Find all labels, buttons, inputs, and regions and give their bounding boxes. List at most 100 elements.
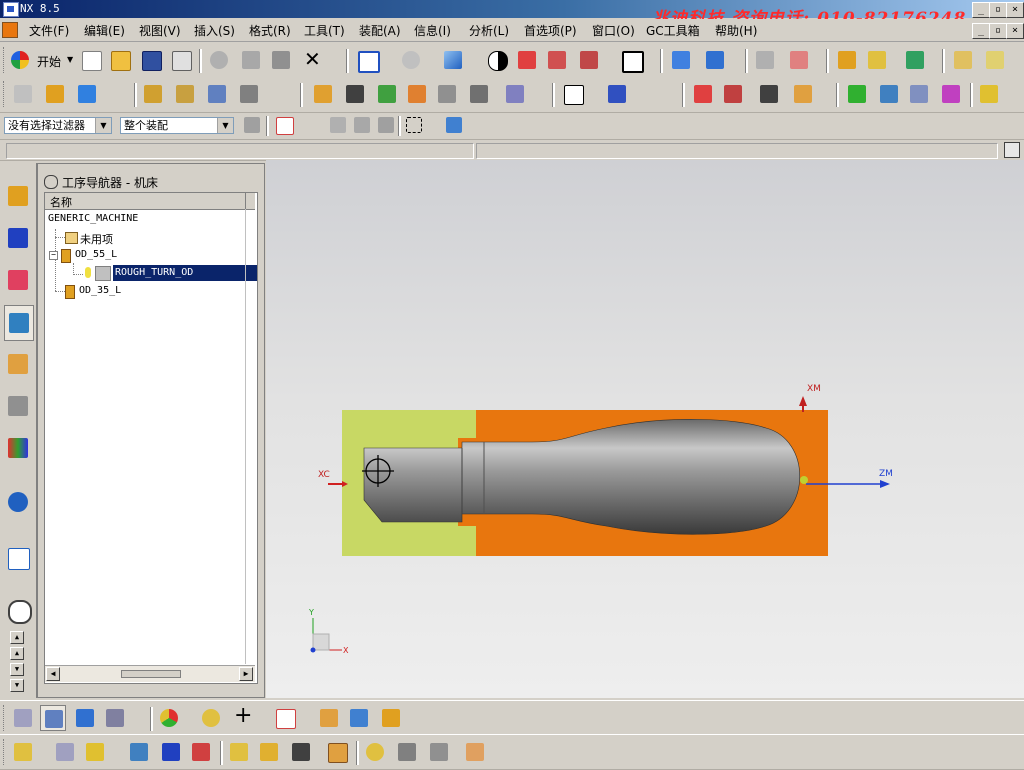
minimize-button[interactable]: _ bbox=[972, 2, 990, 18]
web-browser-tab[interactable] bbox=[4, 541, 32, 575]
machine-tool-navigator-tab[interactable] bbox=[4, 347, 32, 381]
mesh-button[interactable] bbox=[378, 705, 404, 731]
column-header-name[interactable]: 名称 bbox=[50, 194, 72, 210]
sketch-button[interactable] bbox=[10, 739, 36, 765]
scroll-down-icon[interactable]: ▼ bbox=[10, 663, 24, 676]
replace-face-button[interactable] bbox=[426, 739, 452, 765]
tool-holder-button[interactable] bbox=[756, 81, 782, 107]
save-button[interactable] bbox=[138, 47, 164, 73]
resource-scroll[interactable]: ▲ ▲ ▼ ▼ bbox=[10, 631, 24, 693]
collapse-toggle-icon[interactable]: − bbox=[49, 251, 58, 260]
menu-analysis[interactable]: 分析(L) bbox=[469, 22, 509, 39]
create-program-button[interactable] bbox=[10, 81, 36, 107]
list-toolpath-button[interactable] bbox=[466, 81, 492, 107]
move-component-button[interactable] bbox=[668, 47, 694, 73]
scroll-thumb[interactable] bbox=[121, 670, 181, 678]
menu-help[interactable]: 帮助(H) bbox=[715, 22, 757, 39]
edit-section-button[interactable] bbox=[576, 47, 602, 73]
unite-button[interactable] bbox=[288, 739, 314, 765]
feeds-speeds-button[interactable] bbox=[876, 81, 902, 107]
print-button[interactable] bbox=[168, 47, 194, 73]
vertical-scrollbar[interactable] bbox=[245, 209, 246, 664]
new-button[interactable] bbox=[78, 47, 104, 73]
orient-view-button[interactable] bbox=[398, 47, 424, 73]
tree-item-rough-turn-od[interactable]: ROUGH_TURN_OD bbox=[75, 265, 257, 281]
assembly-navigator-tab[interactable] bbox=[4, 179, 32, 213]
history-tab[interactable] bbox=[4, 593, 32, 627]
select-edges-button[interactable] bbox=[350, 113, 376, 139]
operation-navigator-tab[interactable] bbox=[4, 305, 34, 341]
program-order-view-button[interactable] bbox=[140, 81, 166, 107]
method-view-button[interactable] bbox=[236, 81, 262, 107]
menu-view[interactable]: 视图(V) bbox=[139, 22, 181, 39]
scope-dropdown[interactable]: 整个装配 ▼ bbox=[120, 117, 234, 134]
chamfer-button[interactable] bbox=[256, 739, 282, 765]
point-on-curve-button[interactable]: + bbox=[230, 703, 256, 731]
rendering-style-button[interactable] bbox=[440, 47, 466, 73]
tree-item-unused[interactable]: 未用项 bbox=[65, 231, 113, 247]
block-button[interactable] bbox=[346, 705, 372, 731]
machine-sim-button[interactable] bbox=[720, 81, 746, 107]
snap-point-button[interactable] bbox=[864, 47, 890, 73]
fit-view-button[interactable] bbox=[354, 47, 380, 73]
start-button[interactable]: 开始 ▼ bbox=[9, 48, 75, 72]
layer-settings-button[interactable] bbox=[618, 47, 644, 73]
point-button[interactable] bbox=[786, 47, 812, 73]
draft-button[interactable] bbox=[982, 47, 1008, 73]
move-face-button[interactable] bbox=[394, 739, 420, 765]
restore-button[interactable]: ▫ bbox=[989, 2, 1007, 18]
offset-button[interactable] bbox=[188, 739, 214, 765]
ruler-button[interactable] bbox=[950, 47, 976, 73]
tree-item-generic-machine[interactable]: GENERIC_MACHINE bbox=[48, 213, 138, 224]
graphics-window[interactable]: XM XC ZM Y X bbox=[266, 160, 1024, 698]
close-button[interactable]: × bbox=[1006, 2, 1024, 18]
clip-view-button[interactable] bbox=[544, 47, 570, 73]
delete-button[interactable]: ✕ bbox=[300, 47, 326, 73]
paste-button[interactable] bbox=[268, 47, 294, 73]
hd3d-tools-tab[interactable] bbox=[4, 485, 32, 519]
menu-preferences[interactable]: 首选项(P) bbox=[524, 22, 577, 39]
mcs-origin-marker[interactable] bbox=[800, 476, 808, 484]
link-button[interactable] bbox=[362, 739, 388, 765]
ipw-button[interactable] bbox=[690, 81, 716, 107]
reset-filter-button[interactable] bbox=[240, 113, 266, 139]
menu-edit[interactable]: 编辑(E) bbox=[84, 22, 125, 39]
scroll-right-icon[interactable]: ▶ bbox=[239, 667, 253, 681]
blend-button[interactable] bbox=[226, 739, 252, 765]
menu-window[interactable]: 窗口(O) bbox=[592, 22, 635, 39]
geometry-group-button[interactable] bbox=[72, 705, 98, 731]
chain-button[interactable] bbox=[198, 705, 224, 731]
cylinder-button[interactable] bbox=[316, 705, 342, 731]
tree-item-od-55-l[interactable]: − OD_55_L bbox=[49, 249, 117, 263]
shop-doc-button[interactable] bbox=[434, 81, 460, 107]
trim-body-button[interactable] bbox=[126, 739, 152, 765]
pin-icon[interactable] bbox=[44, 175, 58, 189]
toolbar-grip[interactable] bbox=[3, 739, 7, 765]
machine-tool-view-button[interactable] bbox=[172, 81, 198, 107]
toolbar-grip[interactable] bbox=[3, 705, 7, 731]
display-feature-button[interactable] bbox=[324, 739, 350, 765]
scroll-up-icon[interactable]: ▲ bbox=[10, 647, 24, 660]
measure-button[interactable] bbox=[752, 47, 778, 73]
toolbar-grip[interactable] bbox=[3, 81, 7, 107]
tool-length-button[interactable] bbox=[790, 81, 816, 107]
geometry-view-button[interactable] bbox=[204, 81, 230, 107]
create-geometry-button[interactable] bbox=[74, 81, 100, 107]
menu-assembly[interactable]: 装配(A) bbox=[359, 22, 401, 39]
toolbar-grip[interactable] bbox=[3, 47, 7, 73]
part-navigator-tab[interactable] bbox=[4, 263, 32, 297]
method-group-button[interactable] bbox=[102, 705, 128, 731]
doc-minimize-button[interactable]: _ bbox=[972, 23, 990, 39]
tree-item-od-35-l[interactable]: OD_35_L bbox=[65, 285, 121, 299]
column-divider[interactable] bbox=[245, 193, 246, 209]
create-tool-button[interactable] bbox=[42, 81, 68, 107]
roles-tab[interactable] bbox=[4, 431, 32, 465]
properties-button[interactable] bbox=[938, 81, 964, 107]
horizontal-scrollbar[interactable]: ◀ ▶ bbox=[45, 665, 255, 682]
scroll-left-icon[interactable]: ◀ bbox=[46, 667, 60, 681]
synchronous-button[interactable] bbox=[462, 739, 488, 765]
snap-button[interactable] bbox=[834, 47, 860, 73]
background-button[interactable] bbox=[484, 47, 510, 73]
flag-button[interactable] bbox=[976, 81, 1002, 107]
select-vertex-button[interactable] bbox=[374, 113, 400, 139]
